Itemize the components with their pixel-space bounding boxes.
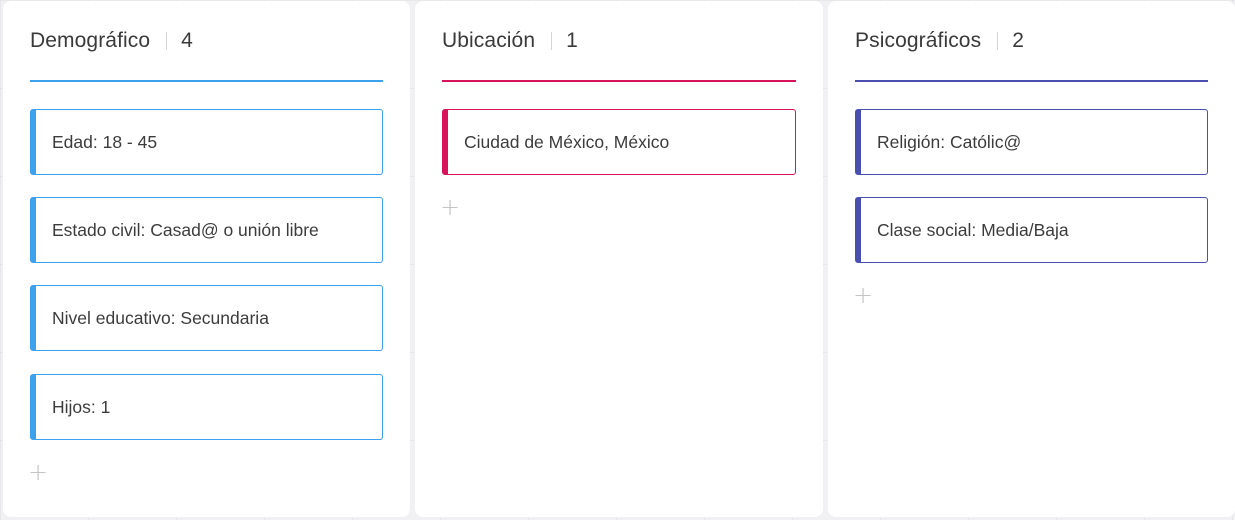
column-psicograficos: Psicográficos 2 Religión: Católic@ Clase… — [828, 1, 1235, 517]
card-hijos[interactable]: Hijos: 1 — [30, 374, 383, 440]
card-nivel-educativo[interactable]: Nivel educativo: Secundaria — [30, 285, 383, 351]
header-divider — [997, 32, 999, 50]
column-title[interactable]: Psicográficos — [855, 29, 981, 53]
card-edad[interactable]: Edad: 18 - 45 — [30, 109, 383, 175]
column-ubicacion: Ubicación 1 Ciudad de México, México + — [415, 1, 823, 517]
header-divider — [551, 32, 553, 50]
add-card-plus-icon[interactable]: + — [853, 283, 873, 307]
card-clase-social[interactable]: Clase social: Media/Baja — [855, 197, 1208, 263]
card-religion[interactable]: Religión: Católic@ — [855, 109, 1208, 175]
column-count: 2 — [1012, 29, 1024, 52]
column-underline — [442, 80, 796, 82]
column-header: Ubicación 1 — [442, 28, 796, 54]
add-card-plus-icon[interactable]: + — [440, 195, 460, 219]
card-estado-civil[interactable]: Estado civil: Casad@ o unión libre — [30, 197, 383, 263]
column-underline — [30, 80, 383, 82]
column-header: Psicográficos 2 — [855, 28, 1208, 54]
column-header: Demográfico 4 — [30, 28, 383, 54]
column-demografico: Demográfico 4 Edad: 18 - 45 Estado civil… — [3, 1, 410, 517]
kanban-board: Demográfico 4 Edad: 18 - 45 Estado civil… — [0, 0, 1235, 520]
column-title[interactable]: Demográfico — [30, 29, 150, 53]
column-count: 1 — [566, 29, 578, 52]
header-divider — [166, 32, 168, 50]
column-underline — [855, 80, 1208, 82]
column-title[interactable]: Ubicación — [442, 29, 535, 53]
add-card-plus-icon[interactable]: + — [28, 460, 48, 484]
card-ciudad[interactable]: Ciudad de México, México — [442, 109, 796, 175]
column-count: 4 — [181, 29, 193, 52]
